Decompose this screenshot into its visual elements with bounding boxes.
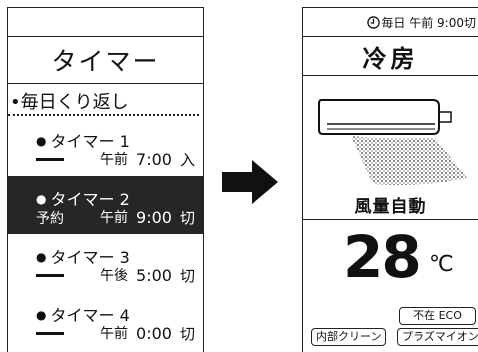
timer-action: 入: [179, 150, 195, 169]
temperature-unit: ℃: [429, 252, 454, 277]
air-conditioner-icon: [318, 99, 467, 186]
timer-item-2[interactable]: ● タイマー 2 予約 午前 9:00 切: [8, 176, 203, 234]
divider: [303, 219, 478, 220]
timer-action: 切: [179, 208, 195, 227]
no-reservation-dash: [36, 332, 64, 335]
timer-ampm: 午後: [100, 268, 129, 284]
timer-title: タイマー: [8, 37, 203, 84]
absent-eco-badge: 不在 ECO: [399, 307, 476, 325]
timer-reserve-label: 予約: [36, 211, 64, 227]
temperature-value: 28: [343, 223, 422, 291]
bullet-icon: ●: [36, 308, 47, 322]
repeat-daily-label[interactable]: •毎日くり返し: [8, 84, 203, 118]
timer-action: 切: [179, 324, 195, 343]
timer-action: 切: [179, 266, 195, 285]
timer-ampm: 午前: [100, 152, 129, 168]
internal-clean-badge: 内部クリーン: [311, 328, 387, 346]
ac-panel: 毎日 午前 9:00切 冷房 風量自動 28 ℃ 不在 ECO 内部クリーン プ…: [302, 7, 478, 352]
arrow-right-icon: [222, 160, 278, 204]
bullet-icon: ●: [36, 250, 47, 264]
timer-time: 9:00: [136, 207, 172, 227]
timer-top-strip: [8, 8, 203, 37]
timer-ampm: 午前: [100, 210, 129, 226]
timer-item-1[interactable]: ● タイマー 1 午前 7:00 入: [8, 118, 203, 176]
fan-speed-label: 風量自動: [354, 197, 427, 217]
no-reservation-dash: [36, 158, 64, 161]
timer-item-4[interactable]: ● タイマー 4 午前 0:00 切: [8, 292, 203, 350]
no-reservation-dash: [36, 274, 64, 277]
status-line: 毎日 午前 9:00切: [303, 8, 478, 37]
plasma-ion-badge: プラズマイオン: [397, 328, 478, 346]
timer-time: 7:00: [136, 149, 172, 169]
timer-time: 0:00: [136, 323, 172, 343]
timer-time: 5:00: [136, 265, 172, 285]
timer-clock-icon: [367, 15, 381, 29]
timer-item-3[interactable]: ● タイマー 3 午後 5:00 切: [8, 234, 203, 292]
timer-ampm: 午前: [100, 326, 129, 342]
operation-mode: 冷房: [303, 37, 478, 76]
timer-panel: タイマー •毎日くり返し ● タイマー 1 午前 7:00 入 ● タイマー 2 予…: [7, 7, 204, 352]
timer-status-text: 毎日 午前 9:00切: [381, 15, 476, 30]
bullet-icon: ●: [36, 192, 47, 206]
bullet-icon: ●: [36, 134, 47, 148]
